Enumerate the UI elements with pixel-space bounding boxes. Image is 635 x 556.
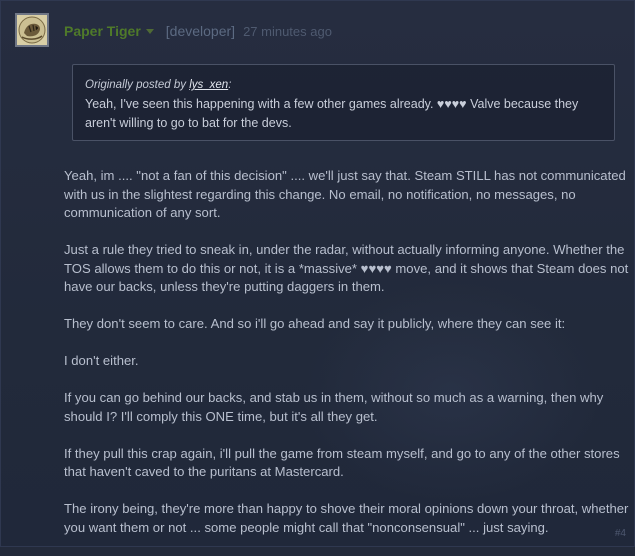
author-role-badge: [developer] (165, 23, 236, 39)
quote-text: Yeah, I've seen this happening with a fe… (85, 97, 579, 130)
quote-prefix: Originally posted by (85, 79, 186, 91)
post-paragraph: If they pull this crap again, i'll pull … (64, 445, 620, 480)
post-paragraph: The irony being, they're more than happy… (64, 501, 629, 535)
post-timestamp: 27 minutes ago (243, 23, 332, 39)
forum-post: Paper Tiger [developer] 27 minutes ago O… (0, 0, 635, 547)
post-body: Yeah, im .... "not a fan of this decisio… (64, 167, 629, 556)
tiger-avatar-icon (17, 15, 47, 45)
post-paragraph: They don't seem to care. And so i'll go … (64, 316, 566, 331)
quote-suffix: : (228, 79, 232, 91)
post-paragraph: I don't either. (64, 353, 139, 368)
quote-attribution: Originally posted by lys_xen: (85, 77, 602, 93)
post-paragraph: Just a rule they tried to sneak in, unde… (64, 242, 629, 294)
author-avatar[interactable] (15, 13, 49, 47)
post-number-link[interactable]: #4 (615, 528, 626, 539)
author-name[interactable]: Paper Tiger (64, 23, 141, 39)
post-header: Paper Tiger [developer] 27 minutes ago (64, 21, 332, 41)
post-paragraph: If you can go behind our backs, and stab… (64, 390, 604, 424)
quote-block: Originally posted by lys_xen: Yeah, I've… (72, 64, 615, 141)
post-paragraph: Yeah, im .... "not a fan of this decisio… (64, 168, 626, 220)
chevron-down-icon[interactable] (145, 28, 154, 34)
quoted-user-link[interactable]: lys_xen (189, 79, 228, 91)
